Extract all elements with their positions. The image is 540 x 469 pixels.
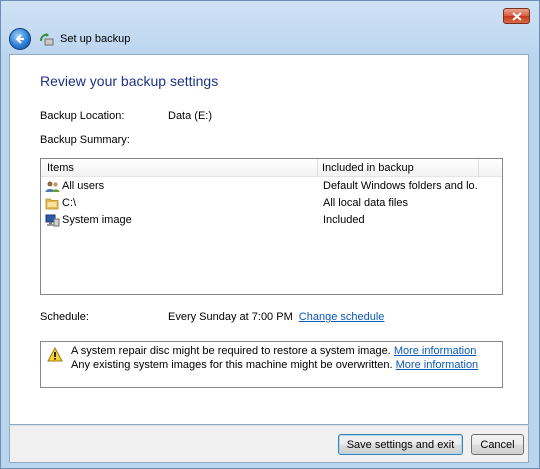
list-item[interactable]: All users Default Windows folders and lo… bbox=[41, 179, 502, 195]
location-row: Backup Location: Data (E:) bbox=[10, 110, 528, 124]
schedule-value: Every Sunday at 7:00 PM bbox=[168, 311, 293, 323]
item-included: Included bbox=[323, 214, 365, 226]
item-included: Default Windows folders and lo... bbox=[323, 180, 478, 192]
cancel-button[interactable]: Cancel bbox=[471, 434, 524, 455]
warning-line-1: A system repair disc might be required t… bbox=[71, 345, 476, 357]
column-header-included[interactable]: Included in backup bbox=[322, 162, 414, 174]
list-item[interactable]: C:\ All local data files bbox=[41, 196, 502, 212]
window-title: Set up backup bbox=[60, 33, 131, 45]
schedule-row: Schedule: Every Sunday at 7:00 PM Change… bbox=[10, 311, 528, 325]
warning-text: Any existing system images for this mach… bbox=[71, 359, 393, 371]
schedule-value-group: Every Sunday at 7:00 PM Change schedule bbox=[168, 311, 384, 323]
save-settings-button[interactable]: Save settings and exit bbox=[338, 434, 463, 455]
users-icon bbox=[45, 181, 60, 192]
page-heading: Review your backup settings bbox=[40, 73, 219, 89]
more-information-link[interactable]: More information bbox=[394, 345, 477, 357]
title-bar: Set up backup bbox=[9, 27, 529, 51]
more-information-link[interactable]: More information bbox=[396, 359, 479, 371]
backup-location-label: Backup Location: bbox=[40, 110, 125, 122]
column-divider[interactable] bbox=[478, 159, 479, 177]
close-button[interactable] bbox=[503, 8, 530, 24]
backup-location-value: Data (E:) bbox=[168, 110, 213, 122]
backup-wizard-icon bbox=[40, 33, 54, 46]
back-button[interactable] bbox=[9, 28, 31, 50]
item-included: All local data files bbox=[323, 197, 408, 209]
back-arrow-icon bbox=[15, 34, 24, 44]
close-icon bbox=[511, 11, 522, 21]
warning-icon bbox=[47, 347, 63, 362]
window-frame: Set up backup Review your backup setting… bbox=[0, 0, 540, 469]
change-schedule-link[interactable]: Change schedule bbox=[299, 311, 385, 323]
warning-box: A system repair disc might be required t… bbox=[40, 341, 503, 388]
list-item[interactable]: System image Included bbox=[41, 213, 502, 229]
folder-icon bbox=[45, 198, 59, 210]
warning-text: A system repair disc might be required t… bbox=[71, 345, 391, 357]
list-header: Items Included in backup bbox=[41, 159, 502, 177]
item-name: System image bbox=[62, 214, 132, 226]
item-name: All users bbox=[62, 180, 105, 192]
column-divider[interactable] bbox=[317, 159, 318, 177]
warning-line-2: Any existing system images for this mach… bbox=[71, 359, 478, 371]
schedule-label: Schedule: bbox=[40, 311, 89, 323]
backup-summary-label: Backup Summary: bbox=[40, 134, 130, 146]
wizard-content: Review your backup settings Backup Locat… bbox=[9, 54, 529, 425]
summary-label-row: Backup Summary: bbox=[10, 134, 528, 148]
system-image-icon bbox=[45, 214, 60, 227]
backup-summary-list[interactable]: Items Included in backup All users Defau… bbox=[40, 158, 503, 295]
column-header-items[interactable]: Items bbox=[47, 162, 74, 174]
button-bar: Save settings and exit Cancel bbox=[9, 425, 529, 463]
item-name: C:\ bbox=[62, 197, 77, 209]
